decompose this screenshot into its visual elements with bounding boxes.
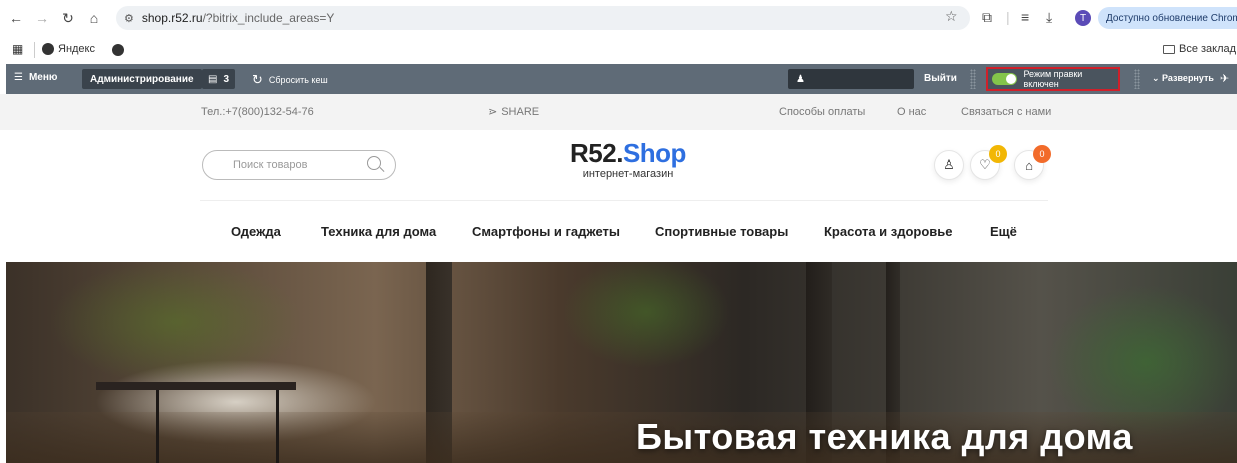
share-icon: ⋗ — [488, 106, 498, 118]
bookmark-star-icon[interactable]: ☆ — [945, 8, 958, 25]
globe-icon[interactable] — [112, 44, 124, 56]
hero-decor — [276, 390, 279, 463]
heart-icon: ♡ — [979, 157, 991, 172]
reload-icon[interactable]: ↻ — [58, 8, 78, 28]
cart-badge: 0 — [1033, 145, 1051, 163]
downloads-icon[interactable]: ⤓ — [1046, 9, 1052, 26]
all-bookmarks-label: Все заклад — [1179, 43, 1237, 55]
logout-button[interactable]: Выйти — [924, 73, 957, 84]
extensions-icon[interactable]: ⧉ — [982, 9, 992, 26]
panel-divider — [1134, 69, 1140, 89]
notification-icon: ▤ — [208, 73, 218, 85]
hero-decor — [156, 390, 159, 463]
link-about[interactable]: О нас — [897, 106, 926, 118]
bookmarks-separator — [34, 42, 35, 58]
refresh-icon: ↻ — [252, 72, 263, 87]
site-settings-icon[interactable]: ⚙ — [124, 12, 134, 25]
nav-item-home-appliances[interactable]: Техника для дома — [321, 224, 436, 239]
search-input[interactable]: Поиск товаров — [202, 150, 396, 180]
hero-decor — [96, 382, 296, 390]
share-label: SHARE — [501, 105, 540, 118]
bookmarks-bar: ▦ Яндекс Все заклад — [0, 36, 1237, 64]
link-payment-methods[interactable]: Способы оплаты — [779, 106, 865, 118]
logo-subtitle: интернет-магазин — [582, 168, 674, 180]
link-contact[interactable]: Связаться с нами — [961, 106, 1051, 118]
expand-label: Развернуть — [1162, 73, 1214, 83]
hero-title: Бытовая техника для дома — [636, 416, 1133, 457]
bookmark-label: Яндекс — [58, 43, 95, 55]
site-topbar: Тел.:+7(800)132-54-76 ⋗ SHARE Способы оп… — [0, 94, 1237, 130]
admin-panel: ☰ Меню Администрирование ▤ 3 ↻ Сбросить … — [6, 64, 1237, 94]
notifications-button[interactable]: ▤ 3 — [202, 69, 236, 89]
phone-number[interactable]: Тел.:+7(800)132-54-76 — [201, 106, 314, 118]
nav-item-clothing[interactable]: Одежда — [231, 224, 281, 239]
forward-icon[interactable]: → — [32, 8, 52, 28]
globe-icon — [42, 43, 54, 55]
nav-item-sports[interactable]: Спортивные товары — [655, 224, 788, 239]
back-icon[interactable]: ← — [6, 8, 26, 28]
edit-mode-label: Режим правки включен — [1023, 69, 1083, 89]
browser-toolbar: ← → ↻ ⌂ ⚙ shop.r52.ru/?bitrix_include_ar… — [0, 0, 1237, 36]
administration-button[interactable]: Администрирование — [82, 69, 202, 89]
main-nav: Одежда Техника для дома Смартфоны и гадж… — [200, 200, 1048, 260]
cart-button[interactable]: ⌂ 0 — [1014, 145, 1051, 180]
all-bookmarks[interactable]: Все заклад — [1163, 43, 1236, 55]
search-icon[interactable] — [367, 156, 381, 170]
panel-divider — [970, 69, 976, 89]
user-icon: ♙ — [943, 157, 955, 172]
folder-icon — [1163, 44, 1175, 54]
hero-banner[interactable]: Бытовая техника для дома — [6, 262, 1237, 463]
account-button[interactable]: ♙ — [934, 150, 964, 180]
home-icon[interactable]: ⌂ — [84, 8, 104, 28]
bookmark-yandex[interactable]: Яндекс — [42, 43, 95, 55]
admin-user-field[interactable]: ♟ — [788, 69, 914, 89]
nav-item-beauty[interactable]: Красота и здоровье — [824, 224, 953, 239]
notifications-count: 3 — [223, 73, 230, 85]
url-host: shop.r52.ru — [141, 11, 203, 25]
profile-avatar[interactable]: T — [1075, 10, 1091, 26]
chrome-update-button[interactable]: Доступно обновление Chrome — [1098, 7, 1237, 29]
apps-grid-icon[interactable]: ▦ — [12, 42, 23, 56]
admin-menu-button[interactable]: ☰ Меню — [14, 72, 57, 83]
admin-menu-label: Меню — [28, 72, 58, 83]
expand-panel-button[interactable]: ⌄ Развернуть — [1152, 73, 1214, 84]
edit-mode-toggle[interactable]: Режим правки включен — [986, 67, 1120, 91]
site-logo[interactable]: R52.Shop интернет-магазин — [558, 140, 698, 180]
logo-text-accent: Shop — [622, 138, 687, 168]
url-path: /?bitrix_include_areas=Y — [202, 11, 335, 25]
favorites-badge: 0 — [989, 145, 1007, 163]
toggle-switch-icon — [992, 73, 1018, 85]
pin-icon[interactable]: ✈ — [1220, 72, 1229, 85]
share-button[interactable]: ⋗ SHARE — [488, 105, 540, 119]
basket-icon: ⌂ — [1025, 157, 1033, 173]
hamburger-icon: ☰ — [14, 72, 23, 83]
logo-text: R52. — [570, 138, 623, 168]
toolbar-separator: | — [1006, 9, 1010, 25]
nav-item-more[interactable]: Ещё — [990, 224, 1017, 239]
favorites-button[interactable]: ♡ 0 — [970, 145, 1007, 180]
site-header: Поиск товаров R52.Shop интернет-магазин … — [0, 130, 1237, 200]
clear-cache-label: Сбросить кеш — [268, 75, 328, 85]
nav-item-smartphones[interactable]: Смартфоны и гаджеты — [472, 224, 620, 239]
reading-list-icon[interactable]: ≡ — [1021, 9, 1029, 25]
chevron-down-icon: ⌄ — [1152, 73, 1163, 83]
search-placeholder: Поиск товаров — [233, 159, 308, 171]
clear-cache-button[interactable]: ↻ Сбросить кеш — [252, 72, 328, 88]
address-bar[interactable]: ⚙ shop.r52.ru/?bitrix_include_areas=Y — [116, 6, 970, 30]
user-icon: ♟ — [796, 73, 805, 85]
